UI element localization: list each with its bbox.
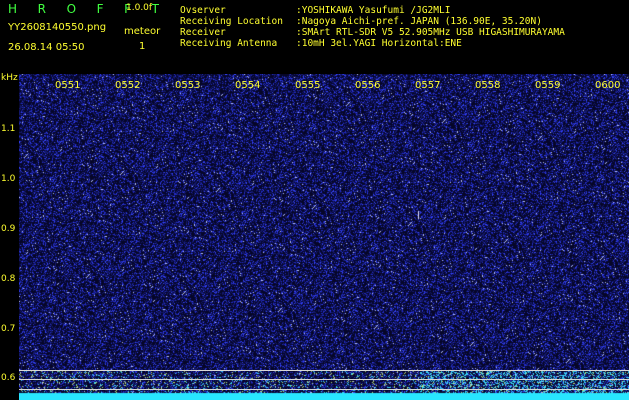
info-value: :Nagoya Aichi-pref. JAPAN (136.90E, 35.2… (296, 16, 542, 27)
info-value: :10mH 3el.YAGI Horizontal:ENE (296, 38, 462, 49)
y-tick-label: 1.0 (1, 174, 16, 184)
info-row-location: Receiving Location :Nagoya Aichi-pref. JA… (180, 16, 565, 27)
spectrogram-plot[interactable] (19, 74, 629, 400)
y-tick-label: 0.8 (1, 274, 16, 284)
station-info: Ovserver :YOSHIKAWA Yasufumi /JG2MLI Rece… (180, 5, 565, 49)
info-value: :YOSHIKAWA Yasufumi /JG2MLI (296, 5, 451, 16)
info-row-receiver: Receiver :SMArt RTL-SDR V5 52.905MHz USB … (180, 27, 565, 38)
x-tick-label: 0558 (475, 80, 501, 91)
info-row-antenna: Receiving Antenna :10mH 3el.YAGI Horizont… (180, 38, 565, 49)
band-marker-middle (19, 379, 629, 380)
x-tick-label: 0555 (295, 80, 321, 91)
x-tick-label: 0551 (55, 80, 81, 91)
info-key: Ovserver (180, 5, 226, 16)
waterfall-canvas[interactable] (19, 74, 629, 400)
x-tick-label: 0600 (595, 80, 621, 91)
x-tick-label: 0554 (235, 80, 261, 91)
app-version: 1.0.0f (126, 3, 153, 13)
y-tick-label: 0.7 (1, 324, 16, 334)
y-tick-label: 1.1 (1, 124, 16, 134)
meteor-label: meteor (124, 26, 161, 37)
x-tick-label: 0559 (535, 80, 561, 91)
y-axis-unit: kHz (1, 73, 18, 83)
band-marker-upper (19, 370, 629, 371)
info-key: Receiver (180, 27, 226, 38)
band-marker-lower (19, 389, 629, 390)
timestamp: 26.08.14 05:50 (8, 42, 85, 53)
info-key: Receiving Location (180, 16, 283, 27)
meteor-count: 1 (139, 41, 146, 52)
info-key: Receiving Antenna (180, 38, 278, 49)
x-tick-label: 0553 (175, 80, 201, 91)
x-tick-label: 0556 (355, 80, 381, 91)
y-tick-label: 0.6 (1, 373, 16, 383)
info-row-observer: Ovserver :YOSHIKAWA Yasufumi /JG2MLI (180, 5, 565, 16)
file-name: YY2608140550.png (8, 22, 107, 33)
x-tick-label: 0552 (115, 80, 141, 91)
info-value: :SMArt RTL-SDR V5 52.905MHz USB HIGASHIM… (296, 27, 565, 38)
y-tick-label: 0.9 (1, 224, 16, 234)
x-tick-label: 0557 (415, 80, 441, 91)
